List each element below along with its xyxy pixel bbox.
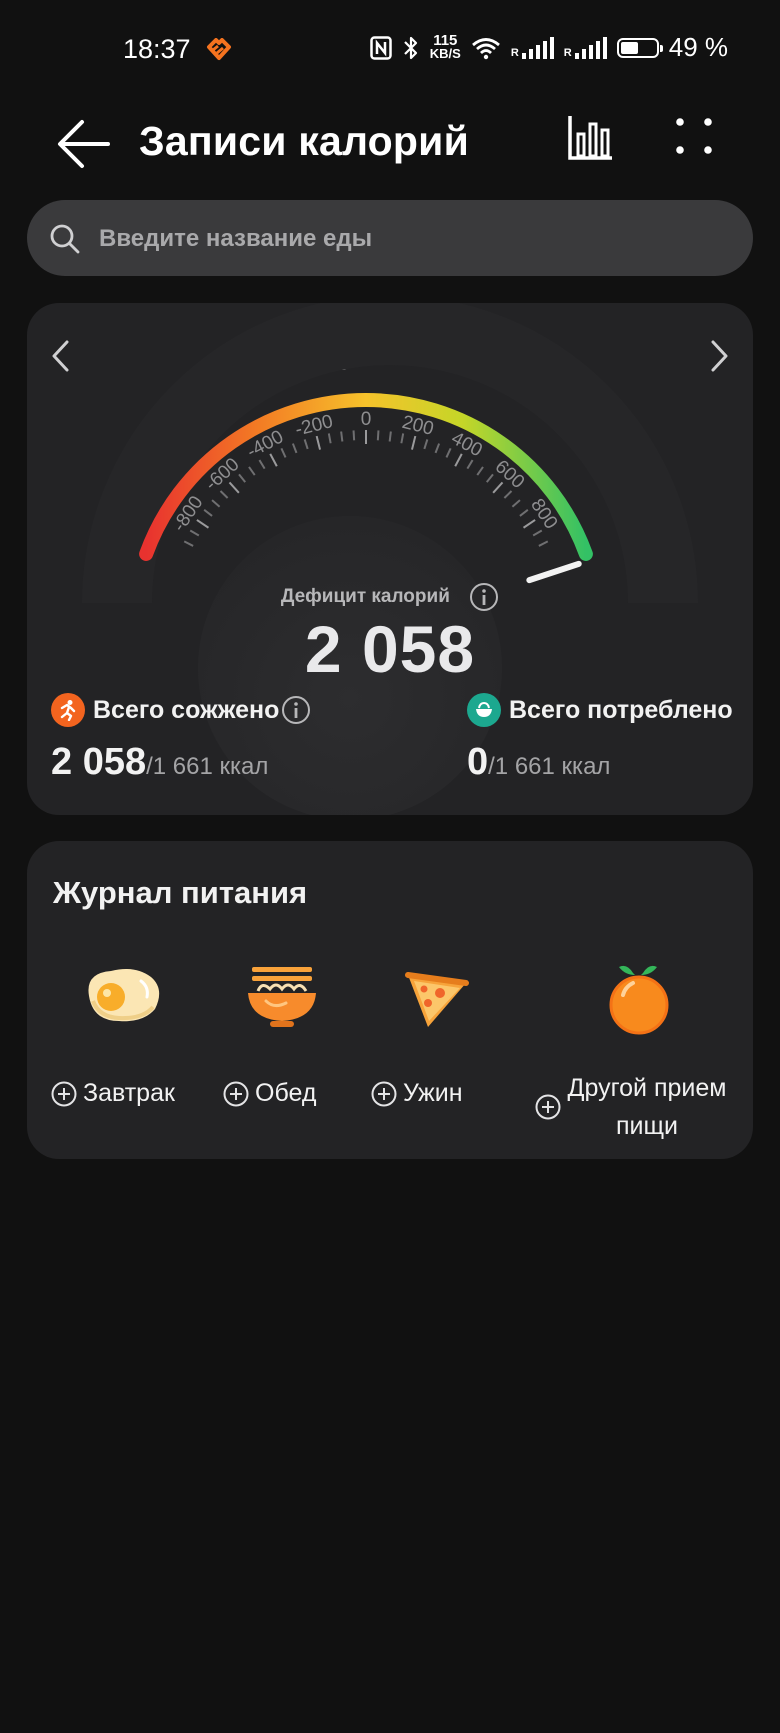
consumed-value: 0 — [467, 741, 489, 783]
gauge-tick — [388, 431, 392, 442]
gauge-tick — [476, 466, 484, 476]
gauge-tick — [280, 447, 287, 458]
gauge-tick — [352, 430, 356, 441]
burned-stat: Всего сожжено 2 058/1 661 ккал — [51, 693, 311, 784]
gauge-tick — [203, 509, 213, 517]
meal-label: Другой прием пищи — [567, 1074, 727, 1140]
gauge-tick — [196, 519, 210, 529]
nfc-icon — [370, 35, 392, 60]
search-bar[interactable] — [27, 200, 753, 278]
gauge-tick — [522, 519, 536, 529]
battery-icon — [616, 37, 663, 58]
deficit-label: Дефицит калорий — [280, 586, 450, 608]
gauge-tick — [434, 443, 441, 454]
calorie-summary-card: 28 августа 2024 г. -800 -600 -400 -200 0 200 4… — [27, 303, 753, 815]
gauge-tick — [219, 490, 229, 499]
burned-value: 2 058 — [51, 741, 147, 783]
add-circle-icon[interactable] — [371, 1081, 397, 1107]
signal-roaming-label: R — [563, 46, 572, 59]
orange-fruit-icon — [609, 965, 669, 1035]
gauge-tick — [466, 459, 474, 470]
burned-goal: /1 661 ккал — [146, 753, 269, 780]
consumed-label: Всего потреблено — [509, 695, 733, 724]
page-title: Записи калорий — [139, 118, 469, 164]
food-journal-card: Журнал питания Завтрак Обед Ужин Другой … — [27, 841, 753, 1159]
gauge-tick — [327, 433, 332, 444]
add-circle-icon[interactable] — [223, 1081, 249, 1107]
fried-egg-icon — [88, 969, 160, 1022]
gauge-tick — [400, 433, 405, 444]
running-icon — [51, 693, 85, 727]
search-icon — [50, 224, 80, 254]
bluetooth-icon — [403, 36, 417, 59]
gauge-tick — [519, 509, 529, 517]
gauge-tick — [538, 540, 549, 547]
wifi-icon — [471, 37, 500, 59]
deficit-label-row: Дефицит калорий — [27, 582, 753, 612]
gauge-tick — [189, 529, 200, 537]
gauge-tick — [410, 435, 417, 450]
gauge-tick — [291, 443, 298, 454]
gauge-tick — [183, 540, 194, 547]
signal-icon: R — [563, 36, 607, 59]
gauge-tick — [485, 473, 494, 483]
deficit-value: 2 058 — [304, 612, 476, 686]
add-circle-icon[interactable] — [535, 1094, 561, 1120]
gauge-tick — [315, 435, 322, 450]
meal-label: Обед — [255, 1079, 317, 1107]
gauge-tick — [228, 481, 240, 494]
signal-roaming-label: R — [510, 46, 519, 59]
meal-label: Завтрак — [83, 1079, 175, 1107]
gauge-tick — [492, 481, 504, 494]
gauge-tick — [238, 473, 247, 483]
gauge-tick — [511, 499, 521, 508]
info-icon[interactable] — [469, 582, 499, 612]
battery-percent: 49 % — [668, 32, 728, 62]
gauge-tick — [503, 490, 513, 499]
gauge-tick — [269, 453, 278, 467]
gauge-tick — [303, 439, 309, 450]
gauge-tick — [376, 430, 380, 441]
gauge-tick — [532, 529, 543, 537]
health-app-icon — [207, 38, 231, 60]
search-input[interactable] — [97, 200, 721, 278]
status-time: 18:37 — [123, 34, 191, 64]
gauge-tick — [423, 439, 429, 450]
meal-label: Ужин — [403, 1079, 463, 1107]
gauge-tick — [340, 431, 344, 442]
noodle-bowl-icon — [248, 967, 316, 1027]
burned-label: Всего сожжено — [93, 695, 280, 724]
gauge-tick — [248, 466, 256, 476]
info-icon[interactable] — [281, 695, 311, 725]
journal-title: Журнал питания — [53, 875, 308, 910]
gauge-needle — [526, 560, 582, 584]
pizza-slice-icon — [405, 972, 469, 1027]
back-arrow-icon[interactable] — [54, 114, 114, 174]
gauge-tick — [445, 447, 452, 458]
gauge-tick — [258, 459, 266, 470]
add-circle-icon[interactable] — [51, 1081, 77, 1107]
signal-icon: R — [510, 36, 554, 59]
status-bar: 18:37 115 KB/S R R 49 % — [0, 0, 780, 100]
more-dots-icon[interactable] — [672, 116, 716, 160]
speed-value: 115 — [433, 31, 458, 49]
bar-chart-icon[interactable] — [566, 114, 614, 162]
gauge-tick-label: 0 — [361, 409, 372, 430]
network-speed: 115 KB/S — [429, 31, 461, 61]
gauge-tick — [454, 453, 463, 467]
consumed-stat: Всего потреблено 0/1 661 ккал — [467, 693, 733, 784]
speed-unit: KB/S — [429, 45, 461, 61]
status-icons: 115 KB/S R R 49 % — [370, 32, 728, 63]
consumed-goal: /1 661 ккал — [488, 753, 611, 780]
gauge-tick — [211, 499, 221, 508]
food-bowl-icon — [467, 693, 501, 727]
